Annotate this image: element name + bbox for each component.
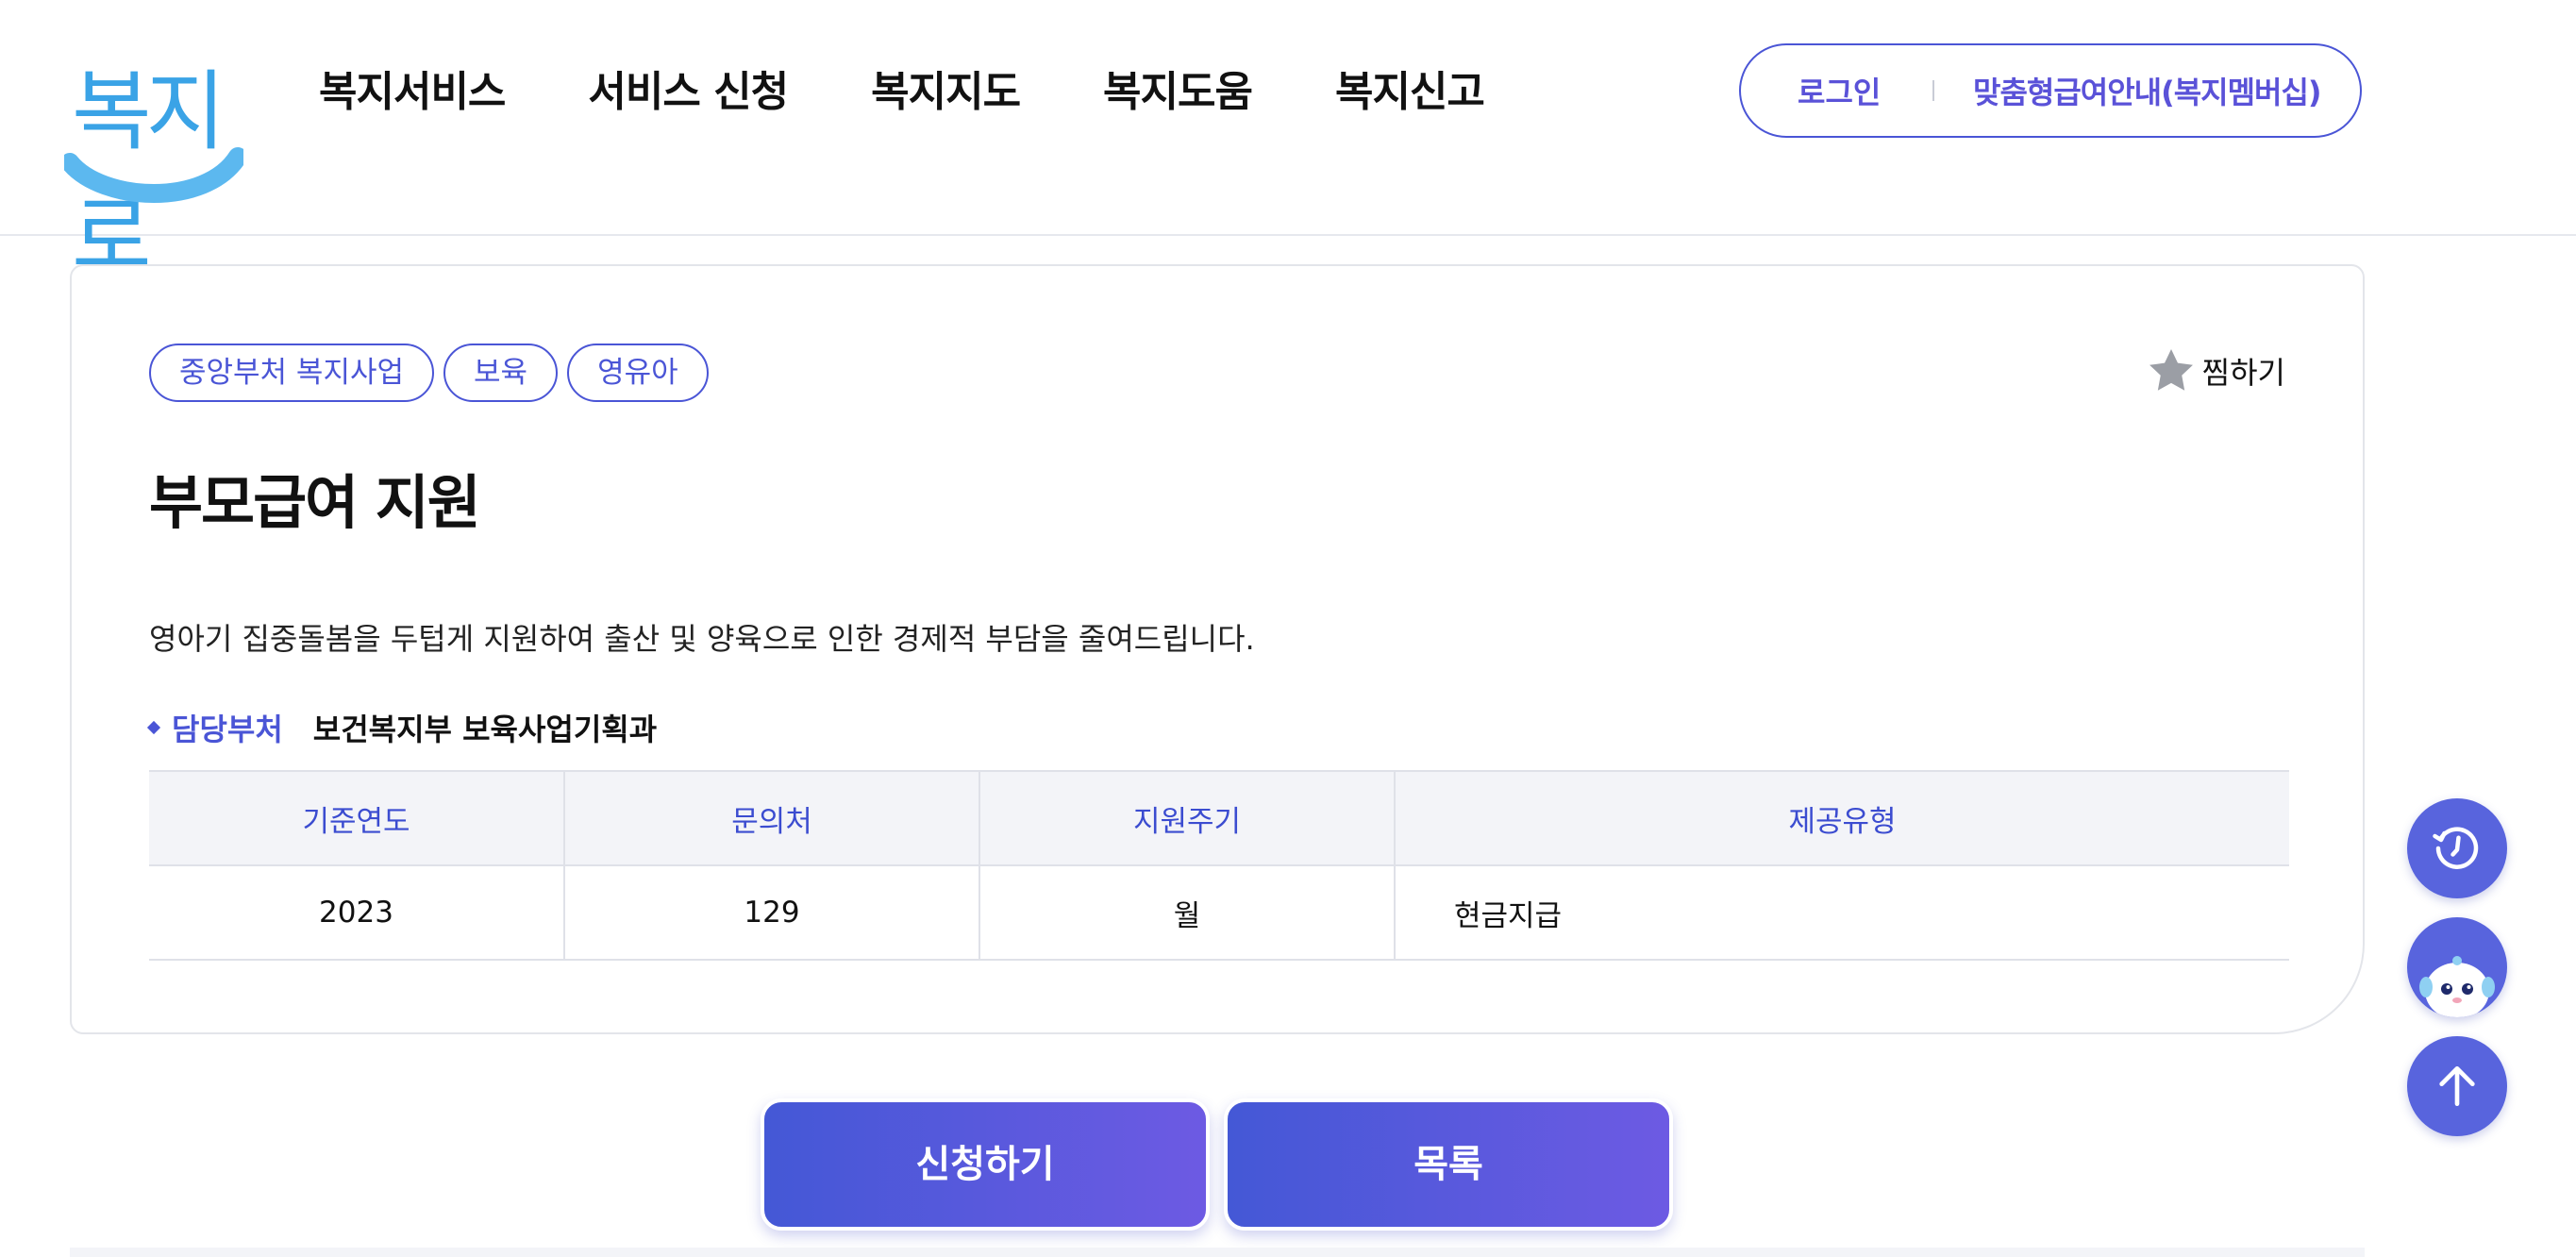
service-description: 영아기 집중돌봄을 두텁게 지원하여 출산 및 양육으로 인한 경제적 부담을 … xyxy=(149,621,1255,657)
th-base-year: 기준연도 xyxy=(149,770,565,866)
user-menu: 로그인 맞춤형급여안내(복지멤버십) xyxy=(1739,43,2362,138)
tag-infant: 영유아 xyxy=(567,344,709,402)
diamond-bullet-icon xyxy=(146,720,161,735)
category-tags: 중앙부처 복지사업 보육 영유아 xyxy=(149,344,718,402)
scroll-top-button[interactable] xyxy=(2407,1036,2507,1136)
th-support-cycle: 지원주기 xyxy=(979,770,1396,866)
nav-item-welfare-services[interactable]: 복지서비스 xyxy=(319,64,506,121)
nav-item-service-apply[interactable]: 서비스 신청 xyxy=(588,64,789,121)
table-row: 2023 129 월 현금지급 xyxy=(149,865,2289,961)
department-value: 보건복지부 보육사업기획과 xyxy=(312,712,658,747)
cell-provision-type: 현금지급 xyxy=(1395,865,2289,961)
chatbot-button[interactable] xyxy=(2407,917,2507,1017)
table-header-row: 기준연도 문의처 지원주기 제공유형 xyxy=(149,770,2289,866)
arrow-up-icon xyxy=(2439,1066,2475,1106)
service-title: 부모급여 지원 xyxy=(149,468,481,537)
cell-support-cycle: 월 xyxy=(979,865,1396,961)
star-icon xyxy=(2149,349,2193,391)
th-contact: 문의처 xyxy=(564,770,980,866)
footer-edge xyxy=(70,1248,2365,1257)
cell-contact: 129 xyxy=(564,865,980,961)
recent-history-button[interactable] xyxy=(2407,798,2507,898)
nav-item-welfare-map[interactable]: 복지지도 xyxy=(871,64,1021,121)
main-nav: 복지서비스 서비스 신청 복지지도 복지도움 복지신고 xyxy=(319,64,1567,121)
history-icon xyxy=(2433,827,2479,869)
service-detail-card: 중앙부처 복지사업 보육 영유아 찜하기 부모급여 지원 영아기 집중돌봄을 두… xyxy=(70,264,2365,1034)
tag-childcare: 보육 xyxy=(443,344,559,402)
list-button[interactable]: 목록 xyxy=(1224,1098,1673,1231)
department-label: 담당부처 xyxy=(172,712,283,747)
membership-link[interactable]: 맞춤형급여안내(복지멤버십) xyxy=(1973,69,2322,112)
login-link[interactable]: 로그인 xyxy=(1798,69,1881,112)
logo-smile-icon xyxy=(64,147,243,203)
divider xyxy=(1932,80,1934,101)
apply-button[interactable]: 신청하기 xyxy=(761,1098,1210,1231)
favorite-button[interactable]: 찜하기 xyxy=(2146,345,2285,396)
th-provision-type: 제공유형 xyxy=(1395,770,2289,866)
chatbot-icon xyxy=(2419,956,2495,1017)
site-logo[interactable]: 복지로 xyxy=(64,42,243,288)
favorite-label: 찜하기 xyxy=(2201,355,2285,391)
service-info-table: 기준연도 문의처 지원주기 제공유형 2023 129 월 현금지급 xyxy=(149,770,2289,961)
department-row: 담당부처 보건복지부 보육사업기획과 xyxy=(146,706,658,749)
cell-base-year: 2023 xyxy=(149,865,565,961)
tag-central-ministry: 중앙부처 복지사업 xyxy=(149,344,435,402)
nav-item-welfare-help[interactable]: 복지도움 xyxy=(1103,64,1253,121)
nav-item-welfare-report[interactable]: 복지신고 xyxy=(1335,64,1485,121)
site-header: 복지로 복지서비스 서비스 신청 복지지도 복지도움 복지신고 로그인 맞춤형급… xyxy=(0,0,2576,288)
